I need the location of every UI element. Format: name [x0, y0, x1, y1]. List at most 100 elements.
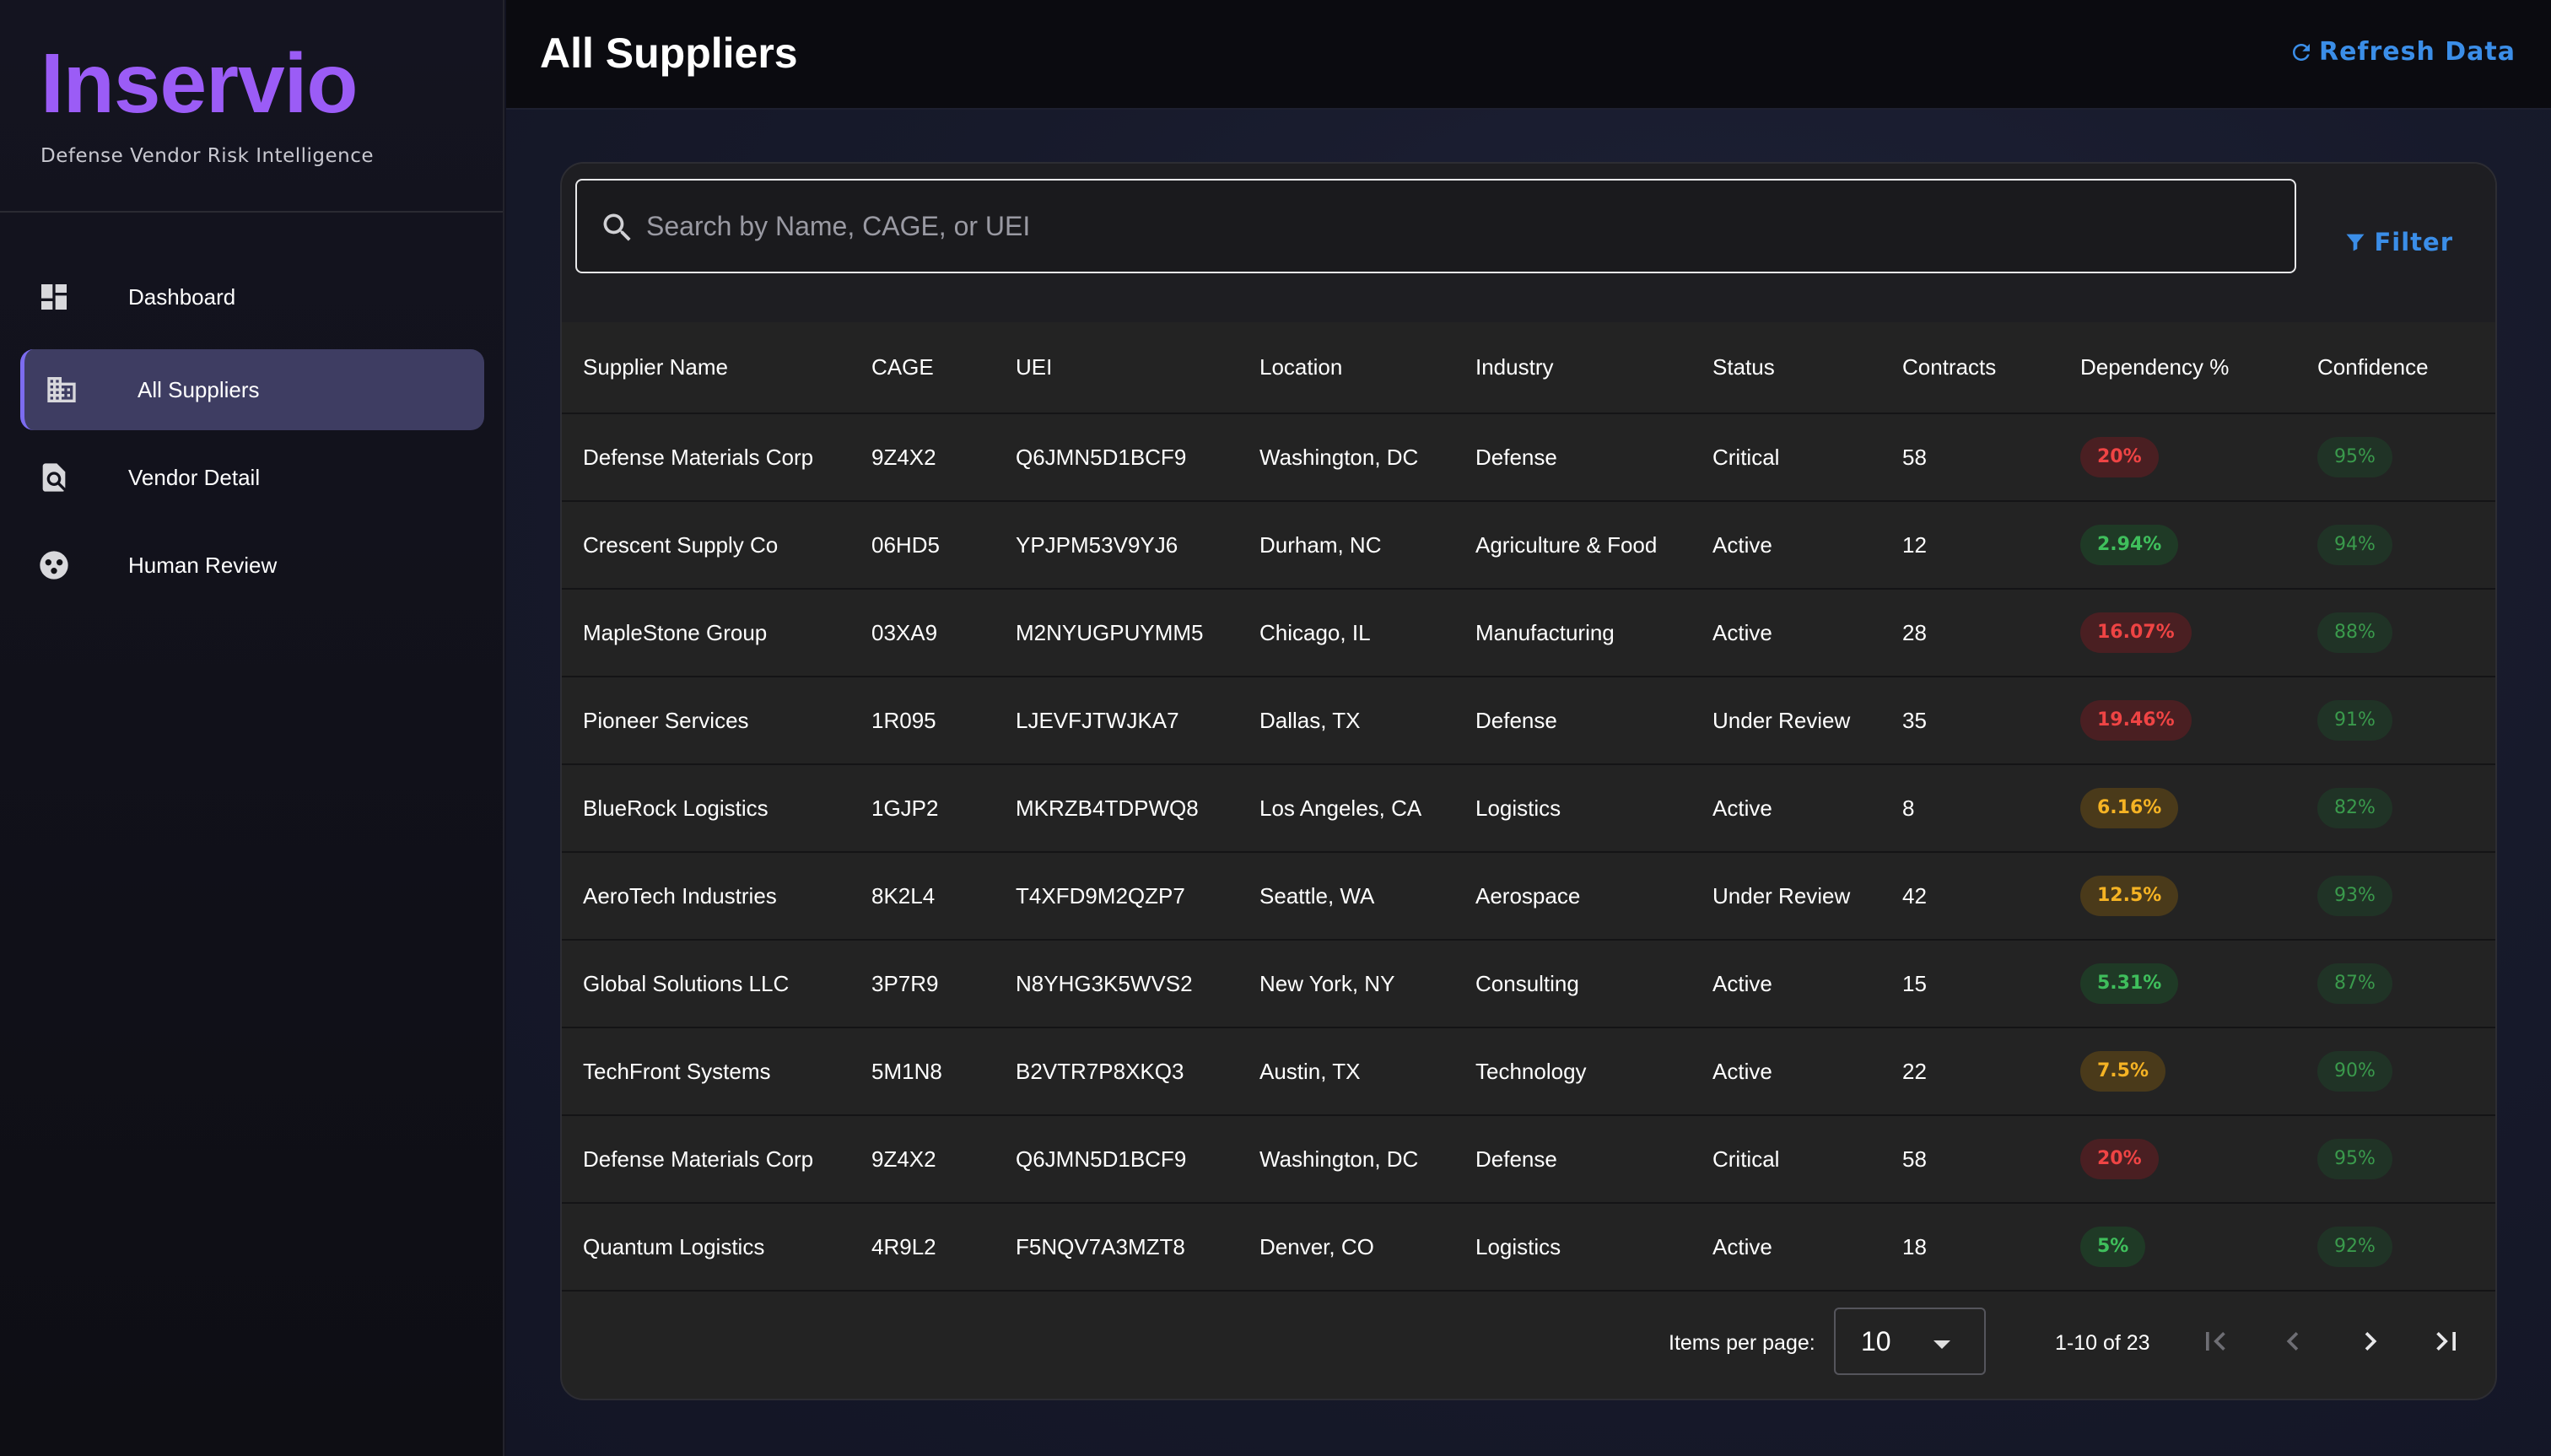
suppliers-card: Filter Supplier Name CAGE UEI Location I…: [560, 162, 2497, 1400]
confidence-cell: 95%: [2296, 1115, 2495, 1204]
industry-cell: Defense: [1454, 413, 1691, 502]
industry-cell: Aerospace: [1454, 852, 1691, 941]
supplier-name-cell: AeroTech Industries: [562, 852, 850, 941]
search-toolbar: Filter: [562, 164, 2495, 322]
status-cell: Active: [1691, 1203, 1881, 1292]
filter-icon: [2346, 234, 2365, 251]
brand: Inservio Defense Vendor Risk Intelligenc…: [0, 0, 503, 213]
confidence-badge: 95%: [2317, 1139, 2392, 1179]
dependency-badge: 5%: [2080, 1227, 2146, 1267]
face-icon: [40, 551, 68, 580]
dependency-cell: 19.46%: [2059, 677, 2296, 765]
table-row[interactable]: AeroTech Industries 8K2L4 T4XFD9M2QZP7 Seat…: [562, 852, 2495, 941]
table-row[interactable]: Defense Materials Corp 9Z4X2 Q6JMN5D1BCF9 W…: [562, 1115, 2495, 1204]
uei-cell: N8YHG3K5WVS2: [995, 940, 1238, 1028]
dependency-cell: 20%: [2059, 1115, 2296, 1204]
confidence-cell: 92%: [2296, 1203, 2495, 1292]
items-per-page-label: Items per page:: [1669, 1331, 1815, 1355]
items-per-page-value: 10: [1861, 1326, 1891, 1356]
table-row[interactable]: Defense Materials Corp 9Z4X2 Q6JMN5D1BCF9 W…: [562, 413, 2495, 502]
table-row[interactable]: Quantum Logistics 4R9L2 F5NQV7A3MZT8 Denver…: [562, 1203, 2495, 1292]
dependency-badge: 6.16%: [2080, 788, 2179, 828]
column-header-cage[interactable]: CAGE: [850, 322, 995, 414]
app-logo[interactable]: Inservio: [40, 37, 503, 130]
column-header-status[interactable]: Status: [1691, 322, 1881, 414]
column-header-confidence[interactable]: Confidence: [2296, 322, 2495, 414]
items-per-page-select[interactable]: 10: [1834, 1308, 1986, 1375]
supplier-name-cell: Defense Materials Corp: [562, 413, 850, 502]
filter-label: Filter: [2374, 228, 2453, 256]
industry-cell: Defense: [1454, 1115, 1691, 1204]
last-page-icon[interactable]: [2428, 1323, 2465, 1360]
location-cell: Denver, CO: [1238, 1203, 1454, 1292]
refresh-data-button[interactable]: Refresh Data: [2289, 37, 2516, 67]
dependency-badge: 19.46%: [2080, 700, 2192, 741]
contracts-cell: 22: [1881, 1027, 2059, 1116]
dashboard-icon: [41, 284, 67, 310]
table-row[interactable]: Crescent Supply Co 06HD5 YPJPM53V9YJ6 Durha…: [562, 501, 2495, 590]
column-header-location[interactable]: Location: [1238, 322, 1454, 414]
confidence-cell: 87%: [2296, 940, 2495, 1028]
table-row[interactable]: Global Solutions LLC 3P7R9 N8YHG3K5WVS2 New…: [562, 940, 2495, 1028]
dependency-cell: 5.31%: [2059, 940, 2296, 1028]
dependency-cell: 12.5%: [2059, 852, 2296, 941]
confidence-cell: 91%: [2296, 677, 2495, 765]
table-body: Defense Materials Corp 9Z4X2 Q6JMN5D1BCF9 W…: [562, 413, 2495, 1292]
first-page-icon[interactable]: [2197, 1323, 2234, 1360]
column-header-contracts[interactable]: Contracts: [1881, 322, 2059, 414]
contracts-cell: 58: [1881, 413, 2059, 502]
top-header: All Suppliers Refresh Data: [506, 0, 2551, 110]
confidence-badge: 87%: [2317, 963, 2392, 1004]
cage-cell: 3P7R9: [850, 940, 995, 1028]
dependency-cell: 7.5%: [2059, 1027, 2296, 1116]
dependency-cell: 6.16%: [2059, 764, 2296, 853]
table-row[interactable]: TechFront Systems 5M1N8 B2VTR7P8XKQ3 Austin…: [562, 1027, 2495, 1116]
contracts-cell: 8: [1881, 764, 2059, 853]
table-row[interactable]: BlueRock Logistics 1GJP2 MKRZB4TDPWQ8 Los A…: [562, 764, 2495, 853]
search-field[interactable]: [575, 179, 2296, 273]
status-cell: Active: [1691, 764, 1881, 853]
previous-page-icon[interactable]: [2274, 1323, 2311, 1360]
dependency-badge: 2.94%: [2080, 525, 2179, 565]
sidebar-item-human-review[interactable]: Human Review: [20, 525, 484, 606]
uei-cell: T4XFD9M2QZP7: [995, 852, 1238, 941]
column-header-supplier-name[interactable]: Supplier Name: [562, 322, 850, 414]
search-input[interactable]: [646, 181, 2249, 272]
status-cell: Critical: [1691, 1115, 1881, 1204]
status-cell: Under Review: [1691, 677, 1881, 765]
contracts-cell: 42: [1881, 852, 2059, 941]
suppliers-table: Supplier Name CAGE UEI Location Industry…: [562, 322, 2495, 1292]
location-cell: Seattle, WA: [1238, 852, 1454, 941]
status-cell: Active: [1691, 1027, 1881, 1116]
sidebar-item-vendor-detail[interactable]: Vendor Detail: [20, 437, 484, 518]
column-header-uei[interactable]: UEI: [995, 322, 1238, 414]
dependency-cell: 20%: [2059, 413, 2296, 502]
table-row[interactable]: Pioneer Services 1R095 LJEVFJTWJKA7 Dallas,…: [562, 677, 2495, 765]
chevron-down-icon: [1933, 1340, 1950, 1349]
cage-cell: 9Z4X2: [850, 413, 995, 502]
dependency-badge: 12.5%: [2080, 876, 2179, 916]
location-cell: Chicago, IL: [1238, 589, 1454, 677]
location-cell: Los Angeles, CA: [1238, 764, 1454, 853]
column-header-industry[interactable]: Industry: [1454, 322, 1691, 414]
sidebar: Inservio Defense Vendor Risk Intelligenc…: [0, 0, 504, 1456]
refresh-icon: [2292, 43, 2310, 61]
confidence-cell: 95%: [2296, 413, 2495, 502]
sidebar-item-all-suppliers[interactable]: All Suppliers: [20, 349, 484, 430]
supplier-name-cell: BlueRock Logistics: [562, 764, 850, 853]
table-row[interactable]: MapleStone Group 03XA9 M2NYUGPUYMM5 Chicago…: [562, 589, 2495, 677]
next-page-icon[interactable]: [2352, 1323, 2389, 1360]
status-cell: Active: [1691, 940, 1881, 1028]
sidebar-item-dashboard[interactable]: Dashboard: [20, 256, 484, 337]
confidence-cell: 90%: [2296, 1027, 2495, 1116]
business-icon: [47, 377, 76, 402]
confidence-cell: 82%: [2296, 764, 2495, 853]
industry-cell: Technology: [1454, 1027, 1691, 1116]
filter-button[interactable]: Filter: [2343, 228, 2453, 256]
column-header-dependency[interactable]: Dependency %: [2059, 322, 2296, 414]
contracts-cell: 35: [1881, 677, 2059, 765]
status-cell: Active: [1691, 501, 1881, 590]
dependency-badge: 7.5%: [2080, 1051, 2166, 1092]
supplier-name-cell: Defense Materials Corp: [562, 1115, 850, 1204]
uei-cell: M2NYUGPUYMM5: [995, 589, 1238, 677]
